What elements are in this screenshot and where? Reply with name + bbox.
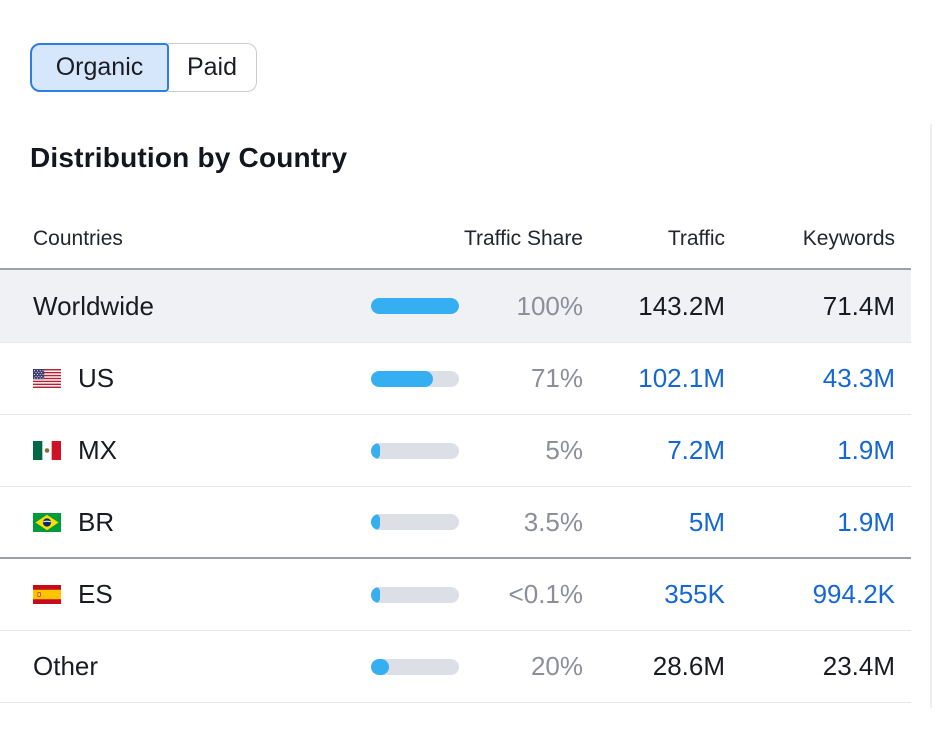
traffic-share-bar — [371, 659, 459, 675]
keywords-value-link[interactable]: 1.9M — [725, 435, 895, 466]
traffic-share-bar — [371, 587, 459, 603]
keywords-value: 23.4M — [725, 651, 895, 682]
keywords-value: 71.4M — [725, 291, 895, 322]
traffic-value-link[interactable]: 5M — [583, 507, 725, 538]
traffic-share-value: <0.1% — [459, 579, 583, 610]
header-keywords: Keywords — [725, 227, 895, 251]
header-countries: Countries — [33, 227, 371, 251]
page-title: Distribution by Country — [30, 142, 347, 174]
country-label: MX — [78, 435, 117, 466]
tab-organic[interactable]: Organic — [30, 43, 169, 92]
country-cell: BR — [33, 507, 371, 538]
country-label: US — [78, 363, 114, 394]
country-label: Other — [33, 651, 98, 682]
traffic-value: 143.2M — [583, 291, 725, 322]
traffic-share-value: 3.5% — [459, 507, 583, 538]
traffic-share-value: 100% — [459, 291, 583, 322]
us-flag-icon — [33, 369, 61, 388]
traffic-value-link[interactable]: 102.1M — [583, 363, 725, 394]
keywords-value-link[interactable]: 1.9M — [725, 507, 895, 538]
table-header-row: Countries Traffic Share Traffic Keywords — [0, 210, 911, 268]
keywords-value-link[interactable]: 43.3M — [725, 363, 895, 394]
es-flag-icon — [33, 585, 61, 604]
traffic-share-bar — [371, 514, 459, 530]
traffic-share-bar — [371, 298, 459, 314]
traffic-distribution-widget: Organic Paid Distribution by Country Cou… — [0, 0, 942, 730]
header-traffic: Traffic — [583, 227, 725, 251]
br-flag-icon — [33, 513, 61, 532]
country-distribution-table: Countries Traffic Share Traffic Keywords… — [0, 210, 911, 703]
table-row-es: ES <0.1% 355K 994.2K — [0, 559, 911, 631]
country-cell: ES — [33, 579, 371, 610]
country-label: ES — [78, 579, 113, 610]
country-label: Worldwide — [33, 291, 154, 322]
traffic-type-toggle: Organic Paid — [30, 43, 257, 92]
traffic-share-value: 20% — [459, 651, 583, 682]
table-row-worldwide: Worldwide 100% 143.2M 71.4M — [0, 270, 911, 343]
scrollbar-track[interactable] — [930, 124, 932, 708]
country-cell: MX — [33, 435, 371, 466]
country-cell: Worldwide — [33, 291, 371, 322]
traffic-value: 28.6M — [583, 651, 725, 682]
traffic-share-value: 71% — [459, 363, 583, 394]
country-cell: US — [33, 363, 371, 394]
tab-paid[interactable]: Paid — [168, 43, 257, 92]
traffic-value-link[interactable]: 7.2M — [583, 435, 725, 466]
keywords-value-link[interactable]: 994.2K — [725, 579, 895, 610]
traffic-share-bar — [371, 371, 459, 387]
table-row-mx: MX 5% 7.2M 1.9M — [0, 415, 911, 487]
table-row-other: Other 20% 28.6M 23.4M — [0, 631, 911, 703]
table-row-us: US 71% 102.1M 43.3M — [0, 343, 911, 415]
traffic-share-value: 5% — [459, 435, 583, 466]
country-cell: Other — [33, 651, 371, 682]
table-body: Worldwide 100% 143.2M 71.4M — [0, 268, 911, 703]
mx-flag-icon — [33, 441, 61, 460]
traffic-share-bar — [371, 443, 459, 459]
table-row-br: BR 3.5% 5M 1.9M — [0, 487, 911, 559]
country-label: BR — [78, 507, 114, 538]
header-traffic-share: Traffic Share — [371, 227, 583, 251]
traffic-value-link[interactable]: 355K — [583, 579, 725, 610]
